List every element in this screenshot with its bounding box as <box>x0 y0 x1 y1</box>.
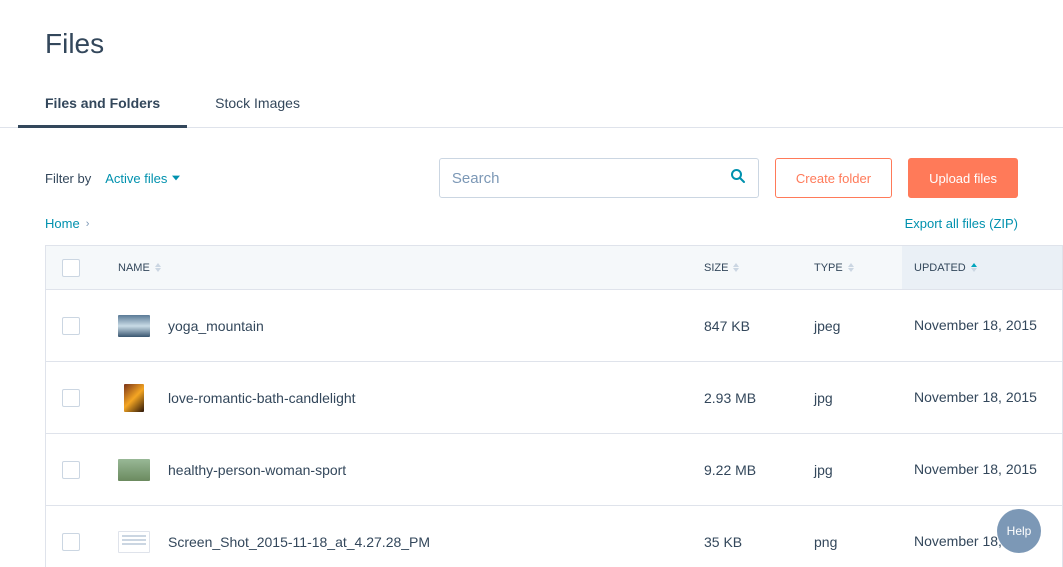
search-input[interactable] <box>452 170 730 187</box>
row-name-cell: healthy-person-woman-sport <box>96 459 692 481</box>
sort-icon <box>848 263 854 272</box>
table-row[interactable]: Screen_Shot_2015-11-18_at_4.27.28_PM 35 … <box>46 506 1062 567</box>
file-type: jpg <box>802 390 902 406</box>
tab-stock-images[interactable]: Stock Images <box>215 95 300 127</box>
column-name[interactable]: NAME <box>96 262 692 274</box>
file-name: love-romantic-bath-candlelight <box>168 390 356 406</box>
filter-label: Filter by <box>45 171 91 186</box>
create-folder-button[interactable]: Create folder <box>775 158 892 198</box>
column-updated[interactable]: UPDATED <box>902 246 1062 289</box>
breadcrumb: Home › <box>45 216 89 231</box>
tabs: Files and Folders Stock Images <box>0 95 1063 128</box>
chevron-right-icon: › <box>86 218 90 230</box>
select-all-checkbox[interactable] <box>62 259 80 277</box>
file-name: healthy-person-woman-sport <box>168 462 346 478</box>
column-updated-label: UPDATED <box>914 262 966 274</box>
upload-files-button[interactable]: Upload files <box>908 158 1018 198</box>
filter-select[interactable]: Active files <box>105 171 180 186</box>
thumbnail-icon <box>118 315 150 337</box>
thumbnail-icon <box>118 531 150 553</box>
table-row[interactable]: healthy-person-woman-sport 9.22 MB jpg N… <box>46 434 1062 506</box>
file-type: jpg <box>802 462 902 478</box>
file-size: 847 KB <box>692 318 802 334</box>
file-type: png <box>802 534 902 550</box>
row-check-cell <box>46 317 96 335</box>
column-type-label: TYPE <box>814 262 843 274</box>
row-checkbox[interactable] <box>62 317 80 335</box>
search-box[interactable] <box>439 158 759 198</box>
filter-value: Active files <box>105 171 167 186</box>
row-checkbox[interactable] <box>62 461 80 479</box>
help-button[interactable]: Help <box>997 509 1041 553</box>
table-row[interactable]: love-romantic-bath-candlelight 2.93 MB j… <box>46 362 1062 434</box>
row-checkbox[interactable] <box>62 389 80 407</box>
select-all-header <box>46 259 96 277</box>
breadcrumb-home[interactable]: Home <box>45 216 80 231</box>
sort-icon <box>733 263 739 272</box>
file-updated: November 18, 2015 <box>902 388 1062 407</box>
file-size: 35 KB <box>692 534 802 550</box>
thumbnail-icon <box>118 459 150 481</box>
files-table: NAME SIZE TYPE UPDATED yoga_mountain <box>45 245 1063 567</box>
column-size[interactable]: SIZE <box>692 262 802 274</box>
row-checkbox[interactable] <box>62 533 80 551</box>
row-check-cell <box>46 389 96 407</box>
file-size: 2.93 MB <box>692 390 802 406</box>
sort-icon <box>971 263 977 272</box>
file-name: Screen_Shot_2015-11-18_at_4.27.28_PM <box>168 534 430 550</box>
page-title: Files <box>45 28 1018 60</box>
thumbnail-icon <box>124 384 144 412</box>
row-check-cell <box>46 533 96 551</box>
file-type: jpeg <box>802 318 902 334</box>
file-name: yoga_mountain <box>168 318 264 334</box>
column-type[interactable]: TYPE <box>802 262 902 274</box>
row-name-cell: yoga_mountain <box>96 315 692 337</box>
row-name-cell: love-romantic-bath-candlelight <box>96 384 692 412</box>
filter-by: Filter by Active files <box>45 171 180 186</box>
file-size: 9.22 MB <box>692 462 802 478</box>
table-row[interactable]: yoga_mountain 847 KB jpeg November 18, 2… <box>46 290 1062 362</box>
column-size-label: SIZE <box>704 262 728 274</box>
sort-icon <box>155 263 161 272</box>
chevron-down-icon <box>172 174 180 182</box>
row-name-cell: Screen_Shot_2015-11-18_at_4.27.28_PM <box>96 531 692 553</box>
row-check-cell <box>46 461 96 479</box>
column-name-label: NAME <box>118 262 150 274</box>
search-icon <box>730 168 746 189</box>
tab-files-and-folders[interactable]: Files and Folders <box>45 95 160 127</box>
file-updated: November 18, 2015 <box>902 460 1062 479</box>
export-all-link[interactable]: Export all files (ZIP) <box>905 216 1018 231</box>
file-updated: November 18, 2015 <box>902 316 1062 335</box>
